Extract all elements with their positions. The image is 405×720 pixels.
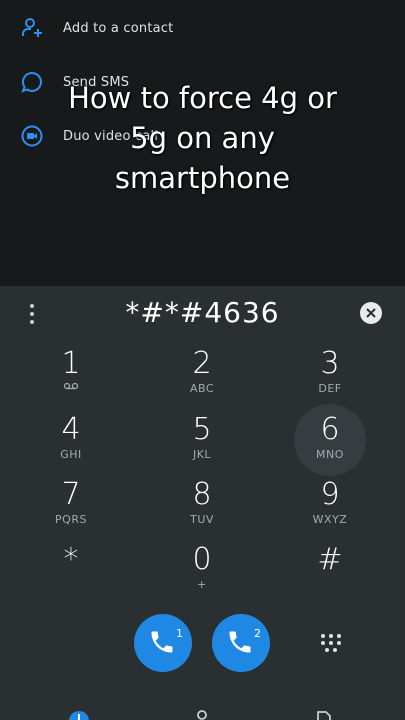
backspace-icon[interactable]: [358, 302, 384, 324]
key-letters: WXYZ: [312, 513, 348, 526]
overlay-line-1: How to force 4g or: [68, 81, 337, 115]
key-digit: 9: [320, 477, 340, 512]
key-letters: MNO: [316, 448, 344, 461]
key-digit: 4: [61, 412, 81, 447]
key-1[interactable]: 1: [26, 346, 116, 408]
add-to-contact-item[interactable]: Add to a contact: [0, 8, 405, 48]
key-digit: #: [317, 542, 343, 577]
overlay-line-3: smartphone: [114, 161, 291, 195]
key-letters: TUV: [190, 513, 214, 526]
key-digit: 7: [61, 477, 81, 512]
key-digit: 8: [192, 477, 212, 512]
sim-number: 2: [254, 627, 261, 640]
keypad-tab-icon[interactable]: [68, 710, 90, 720]
key-star[interactable]: *: [26, 542, 116, 604]
contacts-tab-icon[interactable]: [195, 710, 209, 720]
key-0[interactable]: 0 +: [157, 542, 247, 604]
key-digit: 0: [192, 542, 212, 577]
sim-number: 1: [176, 627, 183, 640]
recents-tab-icon[interactable]: [316, 710, 332, 720]
key-5[interactable]: 5 JKL: [157, 412, 247, 474]
key-digit: 1: [61, 346, 81, 381]
key-3[interactable]: 3 DEF: [285, 346, 375, 408]
key-digit: 6: [320, 412, 340, 447]
key-2[interactable]: 2 ABC: [157, 346, 247, 408]
voicemail-icon: [63, 382, 79, 390]
key-6[interactable]: 6 MNO: [285, 412, 375, 474]
phone-icon: [229, 631, 251, 653]
keypad-icon[interactable]: [318, 632, 344, 654]
key-8[interactable]: 8 TUV: [157, 477, 247, 539]
key-letters: +: [197, 578, 207, 591]
key-letters: PQRS: [55, 513, 87, 526]
key-hash[interactable]: #: [285, 542, 375, 604]
key-7[interactable]: 7 PQRS: [26, 477, 116, 539]
key-digit: 3: [320, 346, 340, 381]
dialed-number[interactable]: *#*#4636: [0, 296, 405, 329]
key-digit: 5: [192, 412, 212, 447]
video-title-overlay: How to force 4g or 5g on any smartphone: [0, 78, 405, 198]
key-4[interactable]: 4 GHI: [26, 412, 116, 474]
key-letters: ABC: [189, 382, 215, 395]
dialer-panel: *#*#4636 1 2 ABC 3 DEF 4 GHI 5 JKL 6 MNO…: [0, 286, 405, 720]
context-area: Add to a contact Send SMS Duo video call…: [0, 0, 405, 286]
call-sim1-button[interactable]: 1: [134, 614, 192, 672]
phone-icon: [151, 631, 173, 653]
key-letters: DEF: [318, 382, 342, 395]
add-contact-icon: [22, 18, 42, 37]
key-digit: 2: [192, 346, 212, 381]
key-digit: *: [63, 542, 79, 577]
key-letters: GHI: [60, 448, 82, 461]
key-letters: JKL: [192, 448, 212, 461]
bottom-navigation: [0, 704, 405, 720]
overlay-line-2: 5g on any: [130, 121, 275, 155]
add-to-contact-label: Add to a contact: [63, 20, 174, 36]
call-sim2-button[interactable]: 2: [212, 614, 270, 672]
key-9[interactable]: 9 WXYZ: [285, 477, 375, 539]
